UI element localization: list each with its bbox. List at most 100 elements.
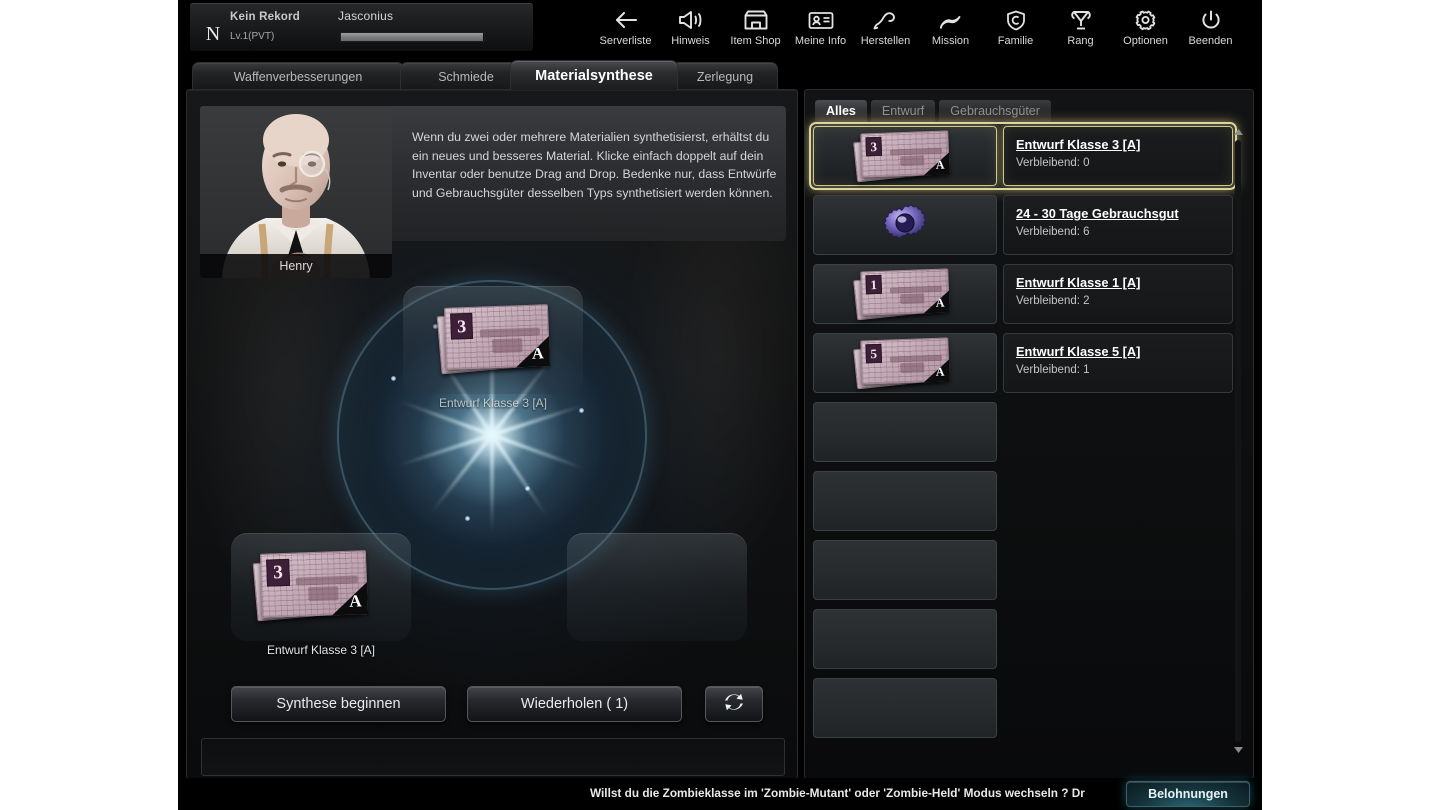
blueprint-grade: 3 [266,558,291,587]
notice-ticker-text: Willst du die Zombieklasse im 'Zombie-Mu… [590,786,1085,800]
game-viewport: N Kein Rekord Lv.1(PVT) Jasconius Server… [178,0,1262,810]
inventory-scrollbar[interactable] [1231,126,1245,756]
player-level: Lv.1(PVT) [230,31,275,42]
list-item[interactable]: 24 - 30 Tage Gebrauchsgut Verbleibend: 6 [813,195,1233,255]
item-title: Entwurf Klasse 5 [A] [1016,344,1141,359]
start-synthesis-button[interactable]: Synthese beginnen [231,686,446,722]
power-icon [1199,6,1223,33]
blueprint-icon: 1 A [853,268,957,321]
tab-materialsynthese[interactable]: Materialsynthese [510,60,678,90]
inventory-tab-label: Gebrauchsgüter [950,104,1040,118]
nav-item-rang[interactable]: Rang [1048,2,1113,56]
list-item[interactable]: 3 A Entwurf Klasse 3 [A] Verbleibend: 0 [809,122,1237,190]
blueprint-corner-letter: A [935,295,945,310]
player-profile-panel[interactable]: N Kein Rekord Lv.1(PVT) Jasconius [190,3,533,51]
synthesis-result-slot[interactable]: 3 A [403,286,583,394]
nav-label: Optionen [1123,35,1168,47]
nav-label: Beenden [1188,35,1233,47]
list-item-empty[interactable] [813,609,1233,669]
nav-label: Rang [1067,35,1094,47]
id-card-icon [807,6,835,33]
inventory-tab-gebrauchsgueter[interactable]: Gebrauchsgüter [939,100,1051,122]
item-icon-box [813,609,997,669]
blueprint-icon: 3 A [853,130,957,183]
nav-item-item-shop[interactable]: Item Shop [723,2,788,56]
repeat-button[interactable]: Wiederholen ( 1) [467,686,682,722]
item-icon-box: 5 A [813,333,997,393]
list-item-empty[interactable] [813,678,1233,738]
nav-label: Herstellen [860,35,911,47]
henry-portrait-art [200,106,392,278]
gear-item-icon [882,200,928,251]
flag-icon [937,6,965,33]
list-item-empty[interactable] [813,540,1233,600]
list-item-empty[interactable] [813,402,1233,462]
experience-bar [340,32,485,42]
tab-label: Waffenverbesserungen [233,69,363,84]
helper-portrait: Henry [200,106,392,278]
nav-item-serverliste[interactable]: Serverliste [593,2,658,56]
bottom-status-bar: Willst du die Zombieklasse im 'Zombie-Mu… [178,778,1262,810]
chevron-up-icon[interactable] [1231,126,1245,138]
tab-zerlegung[interactable]: Zerlegung [672,62,778,90]
list-item-empty[interactable] [813,471,1233,531]
blueprint-icon: 5 A [853,337,957,390]
burst-spark [525,486,530,491]
nav-item-beenden[interactable]: Beenden [1178,2,1243,56]
blueprint-icon: 3 A [249,547,371,627]
back-arrow-icon [613,6,639,33]
rewards-button[interactable]: Belohnungen [1126,781,1250,807]
refresh-button[interactable] [705,686,763,722]
scrollbar-track[interactable] [1235,140,1241,742]
item-title: 24 - 30 Tage Gebrauchsgut [1016,206,1179,221]
inventory-tab-alles[interactable]: Alles [815,100,867,122]
shield-c-icon [1004,6,1028,33]
shop-icon [743,6,769,33]
inventory-tab-entwurf[interactable]: Entwurf [870,100,936,122]
blueprint-grade: 1 [865,274,883,295]
synthesis-log-box [201,738,785,776]
item-icon-box: 1 A [813,264,997,324]
item-remaining: Verbleibend: 1 [1016,364,1090,376]
synthesis-button-row: Synthese beginnen Wiederholen ( 1) [187,686,797,728]
item-text-box: 24 - 30 Tage Gebrauchsgut Verbleibend: 6 [1003,195,1233,255]
list-item[interactable]: 1 A Entwurf Klasse 1 [A] Verbleibend: 2 [813,264,1233,324]
player-name: Jasconius [338,9,394,23]
helper-name: Henry [200,254,392,278]
list-item[interactable]: 5 A Entwurf Klasse 5 [A] Verbleibend: 1 [813,333,1233,393]
item-title: Entwurf Klasse 3 [A] [1016,137,1141,152]
nav-item-herstellen[interactable]: Herstellen [853,2,918,56]
helper-message-text: Wenn du zwei oder mehrere Materialien sy… [412,130,777,200]
screen-root: N Kein Rekord Lv.1(PVT) Jasconius Server… [0,0,1440,810]
inventory-tab-label: Entwurf [881,104,925,118]
blueprint-grade: 5 [865,343,883,364]
item-icon-box [813,195,997,255]
blueprint-grade: 3 [450,312,474,340]
item-title: Entwurf Klasse 1 [A] [1016,275,1141,290]
chevron-down-icon[interactable] [1231,744,1245,756]
rank-badge: N [205,23,221,45]
crafting-tab-strip: Waffenverbesserungen Schmiede Materialsy… [186,60,1246,90]
nav-item-hinweis[interactable]: Hinweis [658,2,723,56]
nav-item-familie[interactable]: Familie [983,2,1048,56]
blueprint-grade: 3 [865,136,883,157]
synthesis-panel: Wenn du zwei oder mehrere Materialien sy… [186,89,798,779]
item-icon-box [813,678,997,738]
nav-label: Familie [997,35,1034,47]
tab-waffenverbesserungen[interactable]: Waffenverbesserungen [192,62,404,90]
result-slot-label: Entwurf Klasse 3 [A] [438,396,548,410]
synthesis-material-slot-1[interactable]: 3 A [231,533,411,641]
blueprint-corner-letter: A [935,364,945,379]
nav-item-mission[interactable]: Mission [918,2,983,56]
burst-spark [391,376,396,381]
top-nav: Serverliste Hinweis Item Shop Meine Info… [593,2,1243,56]
player-record: Kein Rekord [230,11,300,23]
nav-item-meine-info[interactable]: Meine Info [788,2,853,56]
nav-item-optionen[interactable]: Optionen [1113,2,1178,56]
item-icon-box [813,402,997,462]
item-text-box: Entwurf Klasse 3 [A] Verbleibend: 0 [1003,126,1233,186]
item-icon-box: 3 A [813,126,997,186]
button-label: Synthese beginnen [276,696,401,712]
nav-label: Mission [931,35,970,47]
synthesis-material-slot-2-empty[interactable] [567,533,747,641]
